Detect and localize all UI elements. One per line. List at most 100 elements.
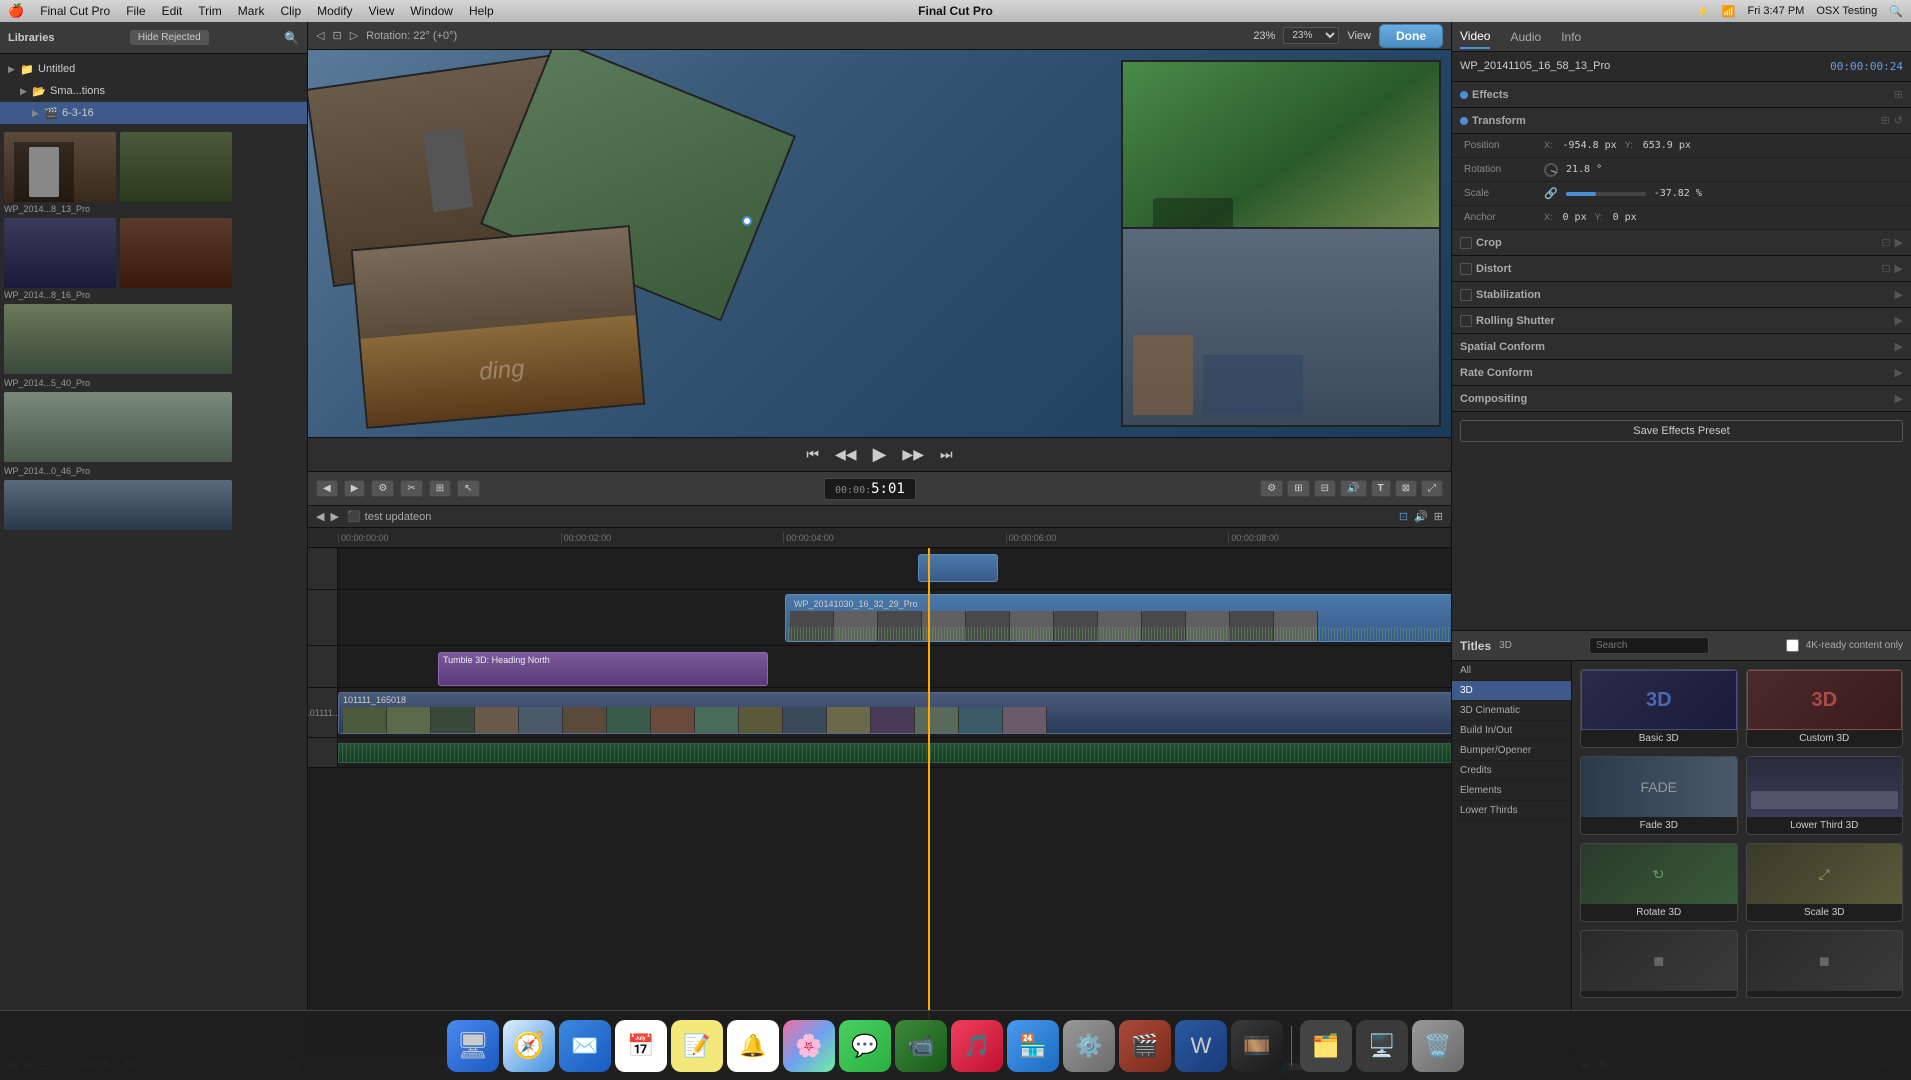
effect-fade3d[interactable]: FADE Fade 3D	[1580, 756, 1738, 835]
anchor-y-value[interactable]: 0 px	[1613, 212, 1637, 223]
distort-expand-icon[interactable]: ▶	[1895, 262, 1903, 275]
menu-modify[interactable]: Modify	[317, 4, 352, 18]
dock-item-appstore[interactable]: 🏪	[1007, 1020, 1059, 1072]
timeline-audio-icon[interactable]: 🔊	[1340, 480, 1366, 497]
skip-to-end-button[interactable]: ⏭	[940, 446, 953, 463]
dock-item-misc1[interactable]: 🗂️	[1300, 1020, 1352, 1072]
menu-window[interactable]: Window	[410, 4, 453, 18]
rate-conform-expand-icon[interactable]: ▶	[1895, 366, 1903, 379]
timeline-fwd-button[interactable]: ▶	[344, 480, 366, 497]
list-item[interactable]: WP_2014...8_13_Pro	[4, 132, 303, 214]
crop-section-header[interactable]: Crop ⊡ ▶	[1452, 230, 1911, 256]
done-button[interactable]: Done	[1379, 24, 1443, 48]
transform-section-header[interactable]: Transform ⊞ ↺	[1452, 108, 1911, 134]
stabilization-checkbox[interactable]	[1460, 289, 1472, 301]
timeline-text-tool[interactable]: T	[1371, 480, 1391, 497]
rate-conform-section-header[interactable]: Rate Conform ▶	[1452, 360, 1911, 386]
list-item[interactable]: WP_2014...8_16_Pro	[4, 218, 303, 300]
skip-to-start-button[interactable]: ⏮	[806, 446, 819, 463]
list-item[interactable]: WP_2014...5_40_Pro	[4, 304, 303, 388]
play-button[interactable]: ▶	[873, 444, 887, 465]
menu-edit[interactable]: Edit	[162, 4, 183, 18]
effect-cat-credits[interactable]: Credits	[1452, 761, 1571, 781]
audio-clip[interactable]	[338, 743, 1451, 763]
effect-thumb-7[interactable]: ■	[1580, 930, 1738, 998]
transform-reset-icon[interactable]: ↺	[1894, 114, 1903, 127]
effects-section-header[interactable]: Effects ⊞	[1452, 82, 1911, 108]
dock-item-safari[interactable]: 🧭	[503, 1020, 555, 1072]
dock-item-photos[interactable]: 🌸	[783, 1020, 835, 1072]
timeline-zoom-in[interactable]: ⊞	[1287, 480, 1309, 497]
dock-item-reminders[interactable]: 🔔	[727, 1020, 779, 1072]
dock-item-trash[interactable]: 🗑️	[1412, 1020, 1464, 1072]
rotation-value[interactable]: 21.8 °	[1566, 164, 1602, 175]
menu-finalcutpro[interactable]: Final Cut Pro	[40, 4, 110, 18]
menu-clip[interactable]: Clip	[280, 4, 301, 18]
save-effects-preset-button[interactable]: Save Effects Preset	[1460, 420, 1903, 442]
distort-section-header[interactable]: Distort ⊡ ▶	[1452, 256, 1911, 282]
effects-search-input[interactable]	[1589, 637, 1709, 654]
timeline-settings-button[interactable]: ⚙	[1260, 480, 1283, 497]
menu-file[interactable]: File	[126, 4, 145, 18]
viewer-nav-crop[interactable]: ⊡	[332, 29, 341, 42]
anchor-x-value[interactable]: 0 px	[1563, 212, 1587, 223]
effect-rotate3d[interactable]: ↻ Rotate 3D	[1580, 843, 1738, 922]
dock-item-notes[interactable]: 📝	[671, 1020, 723, 1072]
dock-item-mail[interactable]: ✉️	[559, 1020, 611, 1072]
effect-cat-build-in-out[interactable]: Build In/Out	[1452, 721, 1571, 741]
timeline-back-button[interactable]: ◀	[316, 480, 338, 497]
menu-help[interactable]: Help	[469, 4, 494, 18]
compositing-section-header[interactable]: Compositing ▶	[1452, 386, 1911, 412]
crop-icon[interactable]: ⊡	[1881, 236, 1890, 249]
rolling-shutter-checkbox[interactable]	[1460, 315, 1472, 327]
tab-audio[interactable]: Audio	[1510, 26, 1541, 48]
stabilization-section-header[interactable]: Stabilization ▶	[1452, 282, 1911, 308]
viewer-nav-prev[interactable]: ◁	[316, 29, 324, 42]
menubar-search-icon[interactable]: 🔍	[1889, 5, 1903, 18]
effect-cat-bumper-opener[interactable]: Bumper/Opener	[1452, 741, 1571, 761]
rotation-dial[interactable]	[1544, 163, 1558, 177]
search-icon[interactable]: 🔍	[284, 31, 299, 45]
hide-rejected-button[interactable]: Hide Rejected	[130, 30, 209, 45]
apple-menu[interactable]: 🍎	[8, 3, 24, 19]
audio-lanes-icon[interactable]: 🔊	[1414, 510, 1428, 523]
effect-basic3d[interactable]: 3D Basic 3D	[1580, 669, 1738, 748]
tab-video[interactable]: Video	[1460, 25, 1490, 49]
4k-checkbox[interactable]	[1786, 639, 1799, 652]
scale-slider[interactable]	[1566, 192, 1646, 196]
stabilization-expand-icon[interactable]: ▶	[1895, 288, 1903, 301]
transform-keyframe-icon[interactable]: ⊞	[1881, 114, 1890, 127]
menu-mark[interactable]: Mark	[238, 4, 265, 18]
sequence-back-btn[interactable]: ◀	[316, 510, 324, 523]
zoom-dropdown[interactable]: 23% 50% 100%	[1283, 27, 1339, 44]
library-item-smartcollections[interactable]: ▶ 📂 Sma...tions	[0, 80, 307, 102]
title-clip[interactable]: Tumble 3D: Heading North	[438, 652, 768, 686]
dock-item-finder[interactable]: 🖥	[447, 1020, 499, 1072]
dock-item-imoviex[interactable]: 🎬	[1119, 1020, 1171, 1072]
insert-tool[interactable]: ⊞	[429, 480, 451, 497]
dock-item-messages[interactable]: 💬	[839, 1020, 891, 1072]
effect-lowerthird3d[interactable]: Lower Third 3D	[1746, 756, 1904, 835]
play-forward-button[interactable]: ▶▶	[902, 446, 924, 463]
dock-item-music[interactable]: 🎵	[951, 1020, 1003, 1072]
list-item[interactable]	[4, 480, 303, 533]
timeline-zoom-out[interactable]: ⊟	[1314, 480, 1336, 497]
position-x-value[interactable]: -954.8 px	[1563, 140, 1617, 151]
select-tool[interactable]: ↖	[457, 480, 479, 497]
effect-cat-lower-thirds[interactable]: Lower Thirds	[1452, 801, 1571, 821]
blade-tool[interactable]: ✂	[400, 480, 422, 497]
effect-cat-all[interactable]: All	[1452, 661, 1571, 681]
view-button[interactable]: View	[1347, 30, 1371, 42]
timeline-tools-button[interactable]: ⚙	[371, 480, 394, 497]
timeline-xray[interactable]: ⊠	[1395, 480, 1417, 497]
play-reverse-button[interactable]: ◀◀	[835, 446, 857, 463]
dock-item-fcpx[interactable]: 🎞️	[1231, 1020, 1283, 1072]
dock-item-facetime[interactable]: 📹	[895, 1020, 947, 1072]
position-y-value[interactable]: 653.9 px	[1643, 140, 1691, 151]
snap-icon[interactable]: ⊡	[1399, 510, 1408, 523]
library-item-date[interactable]: ▶ 🎬 6-3-16	[0, 102, 307, 124]
dock-item-calendar[interactable]: 📅	[615, 1020, 667, 1072]
distort-checkbox[interactable]	[1460, 263, 1472, 275]
effect-cat-elements[interactable]: Elements	[1452, 781, 1571, 801]
viewer-nav-next[interactable]: ▷	[350, 29, 358, 42]
